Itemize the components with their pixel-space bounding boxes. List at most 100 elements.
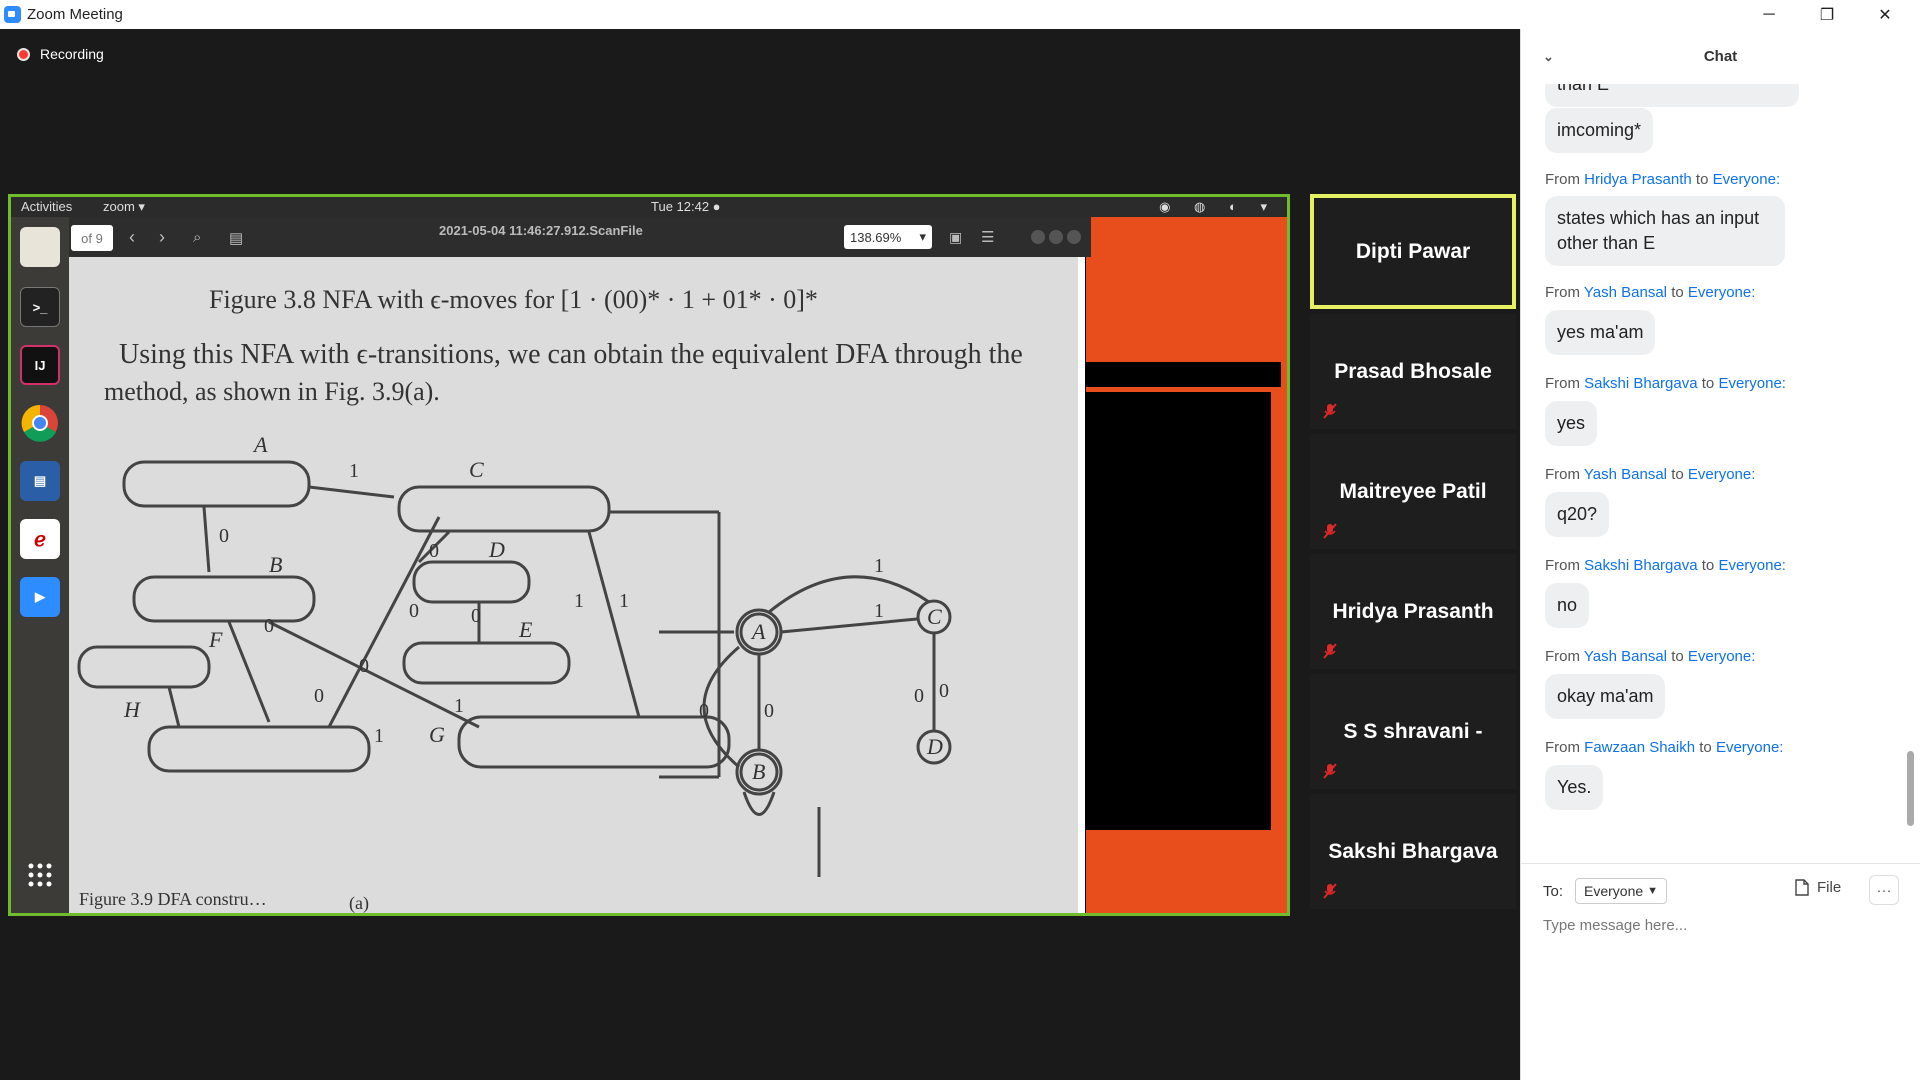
- remote-topbar: Activities zoom ▾ Tue 12:42 ● ◉ ◍ ◐ ▾: [11, 197, 1287, 217]
- svg-text:C: C: [927, 604, 942, 629]
- chat-sender[interactable]: Yash Bansal: [1584, 648, 1667, 665]
- save-icon: ▣: [949, 229, 963, 245]
- body-text-line-2: method, as shown in Fig. 3.9(a).: [104, 377, 440, 406]
- window-titlebar: Zoom Meeting ─ ❐ ✕: [0, 0, 1920, 29]
- svg-text:0: 0: [409, 600, 419, 622]
- recipient-select[interactable]: Everyone ▼: [1575, 878, 1668, 904]
- chat-sender-line: From Yash Bansal to Everyone:: [1545, 466, 1756, 483]
- svg-text:1: 1: [574, 590, 584, 612]
- chat-recipient[interactable]: Everyone:: [1688, 284, 1756, 301]
- chat-recipient[interactable]: Everyone:: [1718, 375, 1786, 392]
- chat-sender[interactable]: Sakshi Bhargava: [1584, 375, 1697, 392]
- chat-sender-line: From Sakshi Bhargava to Everyone:: [1545, 375, 1786, 392]
- writer-icon: ▤: [20, 461, 60, 501]
- participant-tile[interactable]: Sakshi Bhargava: [1310, 794, 1516, 909]
- remote-maximize-icon: [1049, 230, 1063, 244]
- participant-name: Sakshi Bhargava: [1328, 839, 1498, 863]
- prev-page-icon: ‹: [129, 227, 135, 247]
- chevron-down-icon[interactable]: ⌄: [1543, 49, 1554, 65]
- participant-name: S S shravani -: [1343, 719, 1483, 743]
- svg-text:0: 0: [264, 615, 274, 637]
- terminal-icon: >_: [20, 287, 60, 327]
- figure-caption-sub: (a): [349, 893, 369, 913]
- document-scrollbar[interactable]: [1078, 257, 1085, 913]
- chat-bubble: okay ma'am: [1545, 674, 1666, 719]
- more-options-button[interactable]: ···: [1869, 875, 1899, 905]
- minimize-button[interactable]: ─: [1740, 0, 1798, 29]
- remote-tray-icons: ◉ ◍ ◐ ▾: [1159, 199, 1277, 214]
- shared-screen[interactable]: Activities zoom ▾ Tue 12:42 ● ◉ ◍ ◐ ▾ >_…: [8, 194, 1290, 916]
- chat-sender-line: From Yash Bansal to Everyone:: [1545, 648, 1756, 665]
- zoom-logo-icon: [4, 6, 21, 23]
- remote-dock: >_ IJ ▤ ℯ ▶: [11, 217, 69, 913]
- svg-text:0: 0: [429, 540, 439, 562]
- svg-text:0: 0: [914, 685, 924, 707]
- chat-message-input[interactable]: [1543, 913, 1899, 937]
- state-d: [412, 560, 531, 604]
- chat-bubble: states which has an input other than E: [1545, 196, 1785, 266]
- chat-bubble: imcoming*: [1545, 108, 1654, 153]
- next-page-icon: ›: [159, 227, 165, 247]
- svg-text:A: A: [750, 619, 766, 644]
- state-a: [122, 460, 311, 508]
- remote-window-bar: [1086, 362, 1281, 387]
- chat-sender[interactable]: Yash Bansal: [1584, 466, 1667, 483]
- chat-recipient[interactable]: Everyone:: [1688, 466, 1756, 483]
- chat-header: ⌄ Chat: [1521, 29, 1920, 84]
- participant-tile[interactable]: Maitreyee Patil: [1310, 434, 1516, 549]
- svg-text:D: D: [488, 537, 505, 562]
- meeting-area: Recording Activities zoom ▾ Tue 12:42 ● …: [0, 29, 1520, 1080]
- chat-recipient[interactable]: Everyone:: [1688, 648, 1756, 665]
- svg-text:C: C: [469, 457, 484, 482]
- files-icon: [20, 227, 60, 267]
- mic-muted-icon: [1323, 523, 1337, 539]
- remote-clock: Tue 12:42 ●: [651, 199, 721, 214]
- chat-sender-line: From Sakshi Bhargava to Everyone:: [1545, 557, 1786, 574]
- chat-sender[interactable]: Fawzaan Shaikh: [1584, 739, 1695, 756]
- remote-app-menu: zoom ▾: [103, 199, 145, 214]
- remote-activities: Activities: [21, 199, 73, 214]
- svg-text:1: 1: [349, 460, 359, 482]
- intellij-icon: IJ: [20, 345, 60, 385]
- participant-tile[interactable]: S S shravani -: [1310, 674, 1516, 789]
- chat-sender-line: From Hridya Prasanth to Everyone:: [1545, 171, 1781, 188]
- svg-text:1: 1: [454, 695, 464, 717]
- chat-recipient[interactable]: Everyone:: [1716, 739, 1784, 756]
- chat-recipient[interactable]: Everyone:: [1713, 171, 1781, 188]
- to-label: To:: [1543, 882, 1564, 900]
- svg-text:A: A: [252, 432, 268, 457]
- mic-muted-icon: [1323, 403, 1337, 419]
- svg-text:H: H: [123, 697, 141, 722]
- close-button[interactable]: ✕: [1856, 0, 1914, 29]
- chat-message-list[interactable]: than E imcoming* From Hridya Prasanth to…: [1521, 84, 1913, 841]
- figure-title: Figure 3.8 NFA with ϵ-moves for [1 · (00…: [209, 285, 818, 314]
- participant-tile[interactable]: Dipti Pawar: [1310, 194, 1516, 309]
- svg-text:E: E: [518, 617, 533, 642]
- recording-indicator[interactable]: Recording: [17, 46, 104, 62]
- chat-sender[interactable]: Hridya Prasanth: [1584, 171, 1692, 188]
- document-viewer-icon: ℯ: [20, 519, 60, 559]
- chat-scrollbar-thumb[interactable]: [1907, 751, 1914, 826]
- body-text-line-1: Using this NFA with ϵ-transitions, we ca…: [119, 339, 1023, 370]
- svg-text:D: D: [926, 734, 943, 759]
- chat-scrollbar[interactable]: [1907, 84, 1914, 841]
- chat-bubble: no: [1545, 583, 1590, 628]
- file-button[interactable]: File: [1795, 879, 1841, 896]
- window-title: Zoom Meeting: [27, 6, 123, 23]
- chat-sender[interactable]: Yash Bansal: [1584, 284, 1667, 301]
- state-c: [397, 485, 611, 533]
- chat-bubble: Yes.: [1545, 765, 1604, 810]
- mic-muted-icon: [1323, 883, 1337, 899]
- svg-text:0: 0: [699, 700, 709, 722]
- svg-text:1: 1: [374, 725, 384, 747]
- chat-recipient[interactable]: Everyone:: [1718, 557, 1786, 574]
- chat-divider: [1521, 863, 1920, 864]
- participant-tile[interactable]: Hridya Prasanth: [1310, 554, 1516, 669]
- restore-button[interactable]: ❐: [1798, 0, 1856, 29]
- svg-text:0: 0: [471, 605, 481, 627]
- chat-title: Chat: [1703, 48, 1738, 65]
- chat-sender[interactable]: Sakshi Bhargava: [1584, 557, 1697, 574]
- state-g: [457, 715, 731, 769]
- participant-tile[interactable]: Prasad Bhosale: [1310, 314, 1516, 429]
- remote-close-icon: [1067, 230, 1081, 244]
